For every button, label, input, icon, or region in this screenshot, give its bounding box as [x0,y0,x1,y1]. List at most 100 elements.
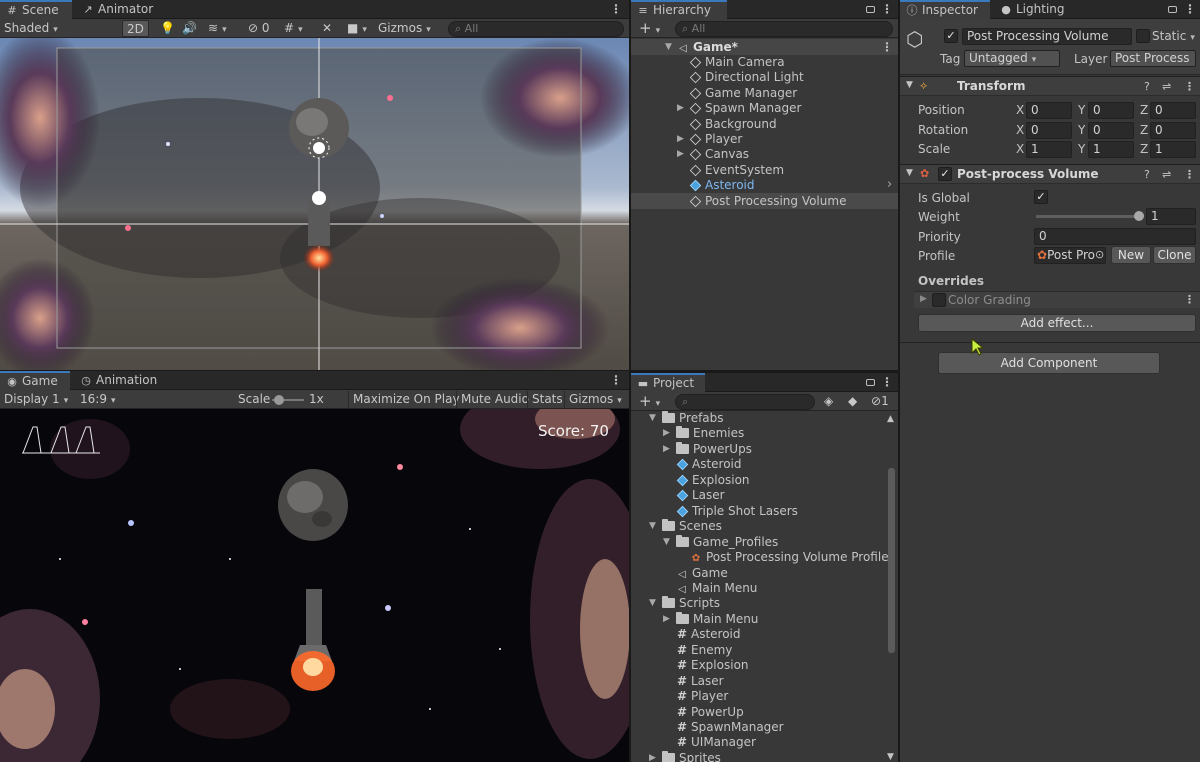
expand-arrow-icon[interactable]: ▼ [665,39,672,55]
volume-enabled-checkbox[interactable]: ✓ [938,167,952,181]
object-picker-icon[interactable]: ⊙ [1095,248,1104,261]
prefab-open-icon[interactable]: › [887,177,892,193]
transform-x-field[interactable]: 1 [1026,141,1072,158]
scale-slider-thumb[interactable] [274,395,284,405]
project-scrollbar[interactable] [888,468,895,653]
preset-icon[interactable]: ⇌ [1162,80,1171,93]
effect-row[interactable]: ▶ Color Grading ⋮ [914,291,1200,308]
project-lock-icon[interactable] [866,379,875,386]
hierarchy-item[interactable]: Post Processing Volume [631,192,898,209]
expand-arrow-icon[interactable]: ▶ [649,750,656,762]
axis-label[interactable]: Z [1140,123,1148,137]
transform-y-field[interactable]: 1 [1088,141,1134,158]
is-global-checkbox[interactable]: ✓ [1034,190,1048,204]
tag-dropdown[interactable]: Untagged [964,50,1060,67]
project-item[interactable]: ▶ PowerUps [631,441,886,457]
scene-menu-icon[interactable]: ⋮ [610,0,622,19]
tab-lighting[interactable]: ● Lighting [994,0,1073,19]
project-item[interactable]: # Player [631,688,886,704]
project-item[interactable]: ▼ Scripts [631,595,886,611]
project-item[interactable]: ▶ Main Menu [631,611,886,627]
axis-label[interactable]: X [1016,142,1024,156]
2d-toggle[interactable]: 2D [122,20,149,37]
volume-help-icon[interactable]: ? [1144,168,1150,181]
tab-scene[interactable]: # Scene [0,0,72,19]
volume-preset-icon[interactable]: ⇌ [1162,168,1171,181]
scene-root-row[interactable]: ▼ ◁ Game* ⋮ [631,39,898,55]
scene-search-input[interactable]: All [448,21,624,37]
expand-arrow-icon[interactable]: ▼ [663,534,670,550]
hierarchy-item[interactable]: ▶ Spawn Manager [631,100,898,116]
volume-header[interactable]: ▼ ✿ ✓ Post-process Volume ? ⇌ ⋮ [900,164,1200,184]
project-item[interactable]: Triple Shot Lasers [631,503,886,519]
expand-arrow-icon[interactable]: ▶ [663,441,670,457]
project-search-input[interactable] [675,394,815,410]
aspect-dropdown[interactable]: 16:9 [76,391,232,408]
expand-arrow-icon[interactable]: ▶ [677,131,684,147]
axis-label[interactable]: Y [1078,123,1085,137]
audio-toggle-icon[interactable]: 🔊 [178,20,201,37]
display-dropdown[interactable]: Display 1 [0,391,76,408]
tab-project[interactable]: ▬ Project [631,373,705,392]
project-item[interactable]: # Explosion [631,657,886,673]
scene-viewport[interactable] [0,38,629,370]
static-dropdown[interactable]: Static [1152,29,1195,43]
hierarchy-item[interactable]: Game Manager [631,85,898,101]
tab-animation[interactable]: ◷ Animation [74,371,165,390]
project-item[interactable]: ▼ Prefabs [631,410,886,426]
project-item[interactable]: # PowerUp [631,704,886,720]
project-menu-icon[interactable]: ⋮ [881,373,893,392]
expand-arrow-icon[interactable]: ▼ [649,518,656,534]
project-item[interactable]: ▶ Sprites [631,750,886,762]
scroll-down-icon[interactable]: ▼ [887,752,894,762]
mute-audio-toggle[interactable]: Mute Audio [456,391,533,408]
hierarchy-item[interactable]: ▶ Player [631,131,898,147]
expand-arrow-icon[interactable]: ▶ [663,611,670,627]
project-item[interactable]: ◁ Main Menu [631,580,886,596]
hierarchy-item[interactable]: Asteroid › [631,177,898,193]
transform-z-field[interactable]: 0 [1150,102,1196,119]
inspector-menu-icon[interactable]: ⋮ [1184,0,1196,19]
active-checkbox[interactable]: ✓ [944,29,958,43]
transform-x-field[interactable]: 0 [1026,102,1072,119]
grid-snap-icon[interactable]: # [280,20,307,37]
axis-label[interactable]: Z [1140,142,1148,156]
weight-field[interactable]: 1 [1146,208,1196,225]
tab-hierarchy[interactable]: ≡ Hierarchy [631,0,727,19]
lighting-toggle-icon[interactable]: 💡 [156,20,179,37]
effect-menu-icon[interactable]: ⋮ [1184,293,1195,306]
hierarchy-item[interactable]: Main Camera [631,54,898,70]
weight-slider-thumb[interactable] [1134,211,1144,221]
create-dropdown[interactable]: + [635,20,664,37]
component-menu-icon[interactable]: ⋮ [1184,80,1195,93]
camera-icon[interactable]: ■ [343,20,371,37]
project-item[interactable]: Asteroid [631,456,886,472]
expand-arrow-icon[interactable]: ▶ [663,425,670,441]
tab-animator[interactable]: ↗ Animator [76,0,161,19]
profile-new-button[interactable]: New [1111,246,1151,264]
transform-z-field[interactable]: 0 [1150,121,1196,139]
profile-clone-button[interactable]: Clone [1153,246,1196,264]
expand-arrow-icon[interactable]: ▶ [677,100,684,116]
static-checkbox[interactable] [1136,29,1150,43]
scene-root-menu-icon[interactable]: ⋮ [881,39,893,55]
scale-slider[interactable] [272,395,304,405]
transform-y-field[interactable]: 0 [1088,102,1134,119]
priority-field[interactable]: 0 [1034,228,1196,245]
hierarchy-item[interactable]: Directional Light [631,69,898,85]
object-name-field[interactable]: Post Processing Volume [962,28,1132,45]
hidden-objects-icon[interactable]: ⊘ 0 [244,20,274,37]
axis-label[interactable]: Y [1078,103,1085,117]
project-item[interactable]: Explosion [631,472,886,488]
weight-slider-track[interactable] [1036,215,1140,218]
lock-icon[interactable] [866,6,875,13]
hierarchy-menu-icon[interactable]: ⋮ [881,0,893,19]
effects-toggle-icon[interactable]: ≋ [204,20,231,37]
tab-game[interactable]: ◉ Game [0,371,70,390]
project-item[interactable]: ▼ Scenes [631,518,886,534]
project-item[interactable]: # Asteroid [631,626,886,642]
project-item[interactable]: ✿ Post Processing Volume Profile [631,549,889,565]
shading-mode-dropdown[interactable]: Shaded [0,20,116,37]
project-create-dropdown[interactable]: + [635,393,664,410]
transform-z-field[interactable]: 1 [1150,141,1196,158]
